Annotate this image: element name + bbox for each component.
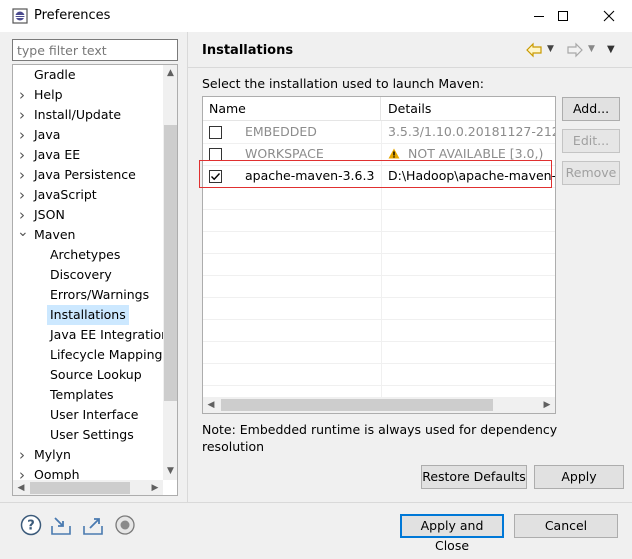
page-title: Installations — [202, 43, 294, 58]
tree-item-label: Errors/Warnings — [50, 287, 150, 302]
back-arrow-icon[interactable] — [525, 42, 543, 58]
tree-item-label: Gradle — [34, 67, 76, 82]
scroll-right-icon[interactable]: ▶ — [539, 397, 555, 413]
table-gridline — [203, 297, 555, 298]
table-gridline — [203, 275, 555, 276]
installation-details-text: NOT AVAILABLE [3.0,) — [408, 146, 544, 161]
embedded-runtime-note: Note: Embedded runtime is always used fo… — [202, 422, 558, 454]
tree-item-label: Discovery — [50, 267, 112, 282]
table-gridline — [203, 143, 555, 144]
tree-item-label: Help — [34, 87, 63, 102]
tree-item-label: Java EE — [34, 147, 81, 162]
warning-icon — [388, 146, 408, 161]
table-gridline — [203, 319, 555, 320]
close-button[interactable] — [586, 0, 632, 32]
scroll-thumb[interactable] — [30, 482, 130, 494]
expand-chevron-icon[interactable]: › — [17, 185, 27, 205]
export-icon[interactable] — [82, 514, 104, 536]
tree-item-label: User Interface — [50, 407, 139, 422]
collapse-chevron-icon[interactable]: ⌄ — [17, 225, 29, 239]
tree-item-label: Install/Update — [34, 107, 122, 122]
expand-chevron-icon[interactable]: › — [17, 205, 27, 225]
scroll-thumb[interactable] — [164, 125, 177, 401]
tree-vertical-scrollbar[interactable]: ▲ ▼ — [163, 65, 177, 480]
table-row[interactable]: EMBEDDED 3.5.3/1.10.0.20181127-2120 — [203, 121, 555, 143]
cancel-button[interactable]: Cancel — [514, 514, 618, 538]
tree-item-label: Java Persistence — [34, 167, 136, 182]
expand-chevron-icon[interactable]: › — [17, 145, 27, 165]
forward-arrow-icon[interactable] — [566, 42, 584, 58]
close-icon — [603, 10, 615, 22]
tree-item-label: Archetypes — [50, 247, 121, 262]
forward-history-dropdown-icon[interactable]: ▼ — [588, 44, 595, 54]
column-header-details[interactable]: Details — [382, 97, 555, 121]
tree-item-label: Source Lookup — [50, 367, 142, 382]
apply-button[interactable]: Apply — [534, 465, 624, 489]
scroll-right-icon[interactable]: ▶ — [147, 480, 163, 495]
import-icon[interactable] — [50, 514, 72, 536]
scroll-left-icon[interactable]: ◀ — [13, 480, 29, 495]
edit-button[interactable]: Edit... — [562, 129, 620, 153]
scroll-left-icon[interactable]: ◀ — [203, 397, 219, 413]
filter-input[interactable] — [12, 39, 178, 61]
installations-table: Name Details EMBEDDED 3.5.3/1.10.0.201811… — [202, 96, 556, 414]
maximize-icon — [558, 11, 568, 21]
tree-horizontal-scrollbar[interactable]: ◀ ▶ — [13, 480, 163, 495]
apply-and-close-button[interactable]: Apply and Close — [400, 514, 504, 553]
oomph-record-icon[interactable] — [114, 514, 136, 536]
restore-defaults-button[interactable]: Restore Defaults — [421, 465, 527, 489]
tree-item-label: Templates — [50, 387, 114, 402]
remove-button[interactable]: Remove — [562, 161, 620, 185]
tree-item-label: Java EE Integration — [50, 327, 170, 342]
tree-item-label: Lifecycle Mappings — [50, 347, 169, 362]
tree-item-label: User Settings — [50, 427, 134, 442]
expand-chevron-icon[interactable]: › — [17, 125, 27, 145]
tree-item-label: Installations — [47, 305, 129, 325]
scroll-thumb[interactable] — [221, 399, 493, 411]
tree-item-label: JSON — [34, 207, 65, 222]
installation-name: EMBEDDED — [245, 124, 317, 139]
tree-item-label: JavaScript — [34, 187, 97, 202]
tree-item-label: Maven — [34, 227, 76, 242]
eclipse-app-icon — [12, 8, 28, 24]
svg-text:?: ? — [27, 519, 35, 534]
tree-item-label: Java — [34, 127, 61, 142]
table-gridline — [203, 385, 555, 386]
pane-divider[interactable] — [187, 32, 188, 502]
expand-chevron-icon[interactable]: › — [17, 445, 27, 465]
table-header: Name Details — [203, 97, 555, 121]
expand-chevron-icon[interactable]: › — [17, 165, 27, 185]
installation-details: 3.5.3/1.10.0.20181127-2120 — [388, 121, 556, 143]
table-horizontal-scrollbar[interactable]: ◀ ▶ — [203, 397, 555, 413]
table-gridline — [203, 231, 555, 232]
view-menu-icon[interactable]: ▼ — [607, 44, 615, 55]
footer-divider — [0, 502, 632, 503]
add-button[interactable]: Add... — [562, 97, 620, 121]
scroll-up-icon[interactable]: ▲ — [163, 65, 177, 82]
expand-chevron-icon[interactable]: › — [17, 105, 27, 125]
scroll-down-icon[interactable]: ▼ — [163, 463, 177, 480]
window-title: Preferences — [34, 8, 111, 23]
installation-details-text: 3.5.3/1.10.0.20181127-2120 — [388, 124, 556, 139]
back-history-dropdown-icon[interactable]: ▼ — [547, 44, 554, 54]
help-icon[interactable]: ? — [20, 514, 42, 536]
tree-item-label: Mylyn — [34, 447, 71, 462]
instruction-text: Select the installation used to launch M… — [202, 76, 484, 91]
column-header-name[interactable]: Name — [203, 97, 381, 121]
maximize-button[interactable] — [540, 0, 586, 32]
preferences-tree: Gradle › Help › Install/Update › Java › Java EE ›… — [12, 64, 178, 496]
row-checkbox[interactable] — [209, 126, 222, 139]
expand-chevron-icon[interactable]: › — [17, 85, 27, 105]
table-gridline — [203, 341, 555, 342]
highlight-annotation-box — [199, 160, 552, 188]
table-gridline — [203, 253, 555, 254]
table-gridline — [203, 363, 555, 364]
table-gridline — [203, 209, 555, 210]
